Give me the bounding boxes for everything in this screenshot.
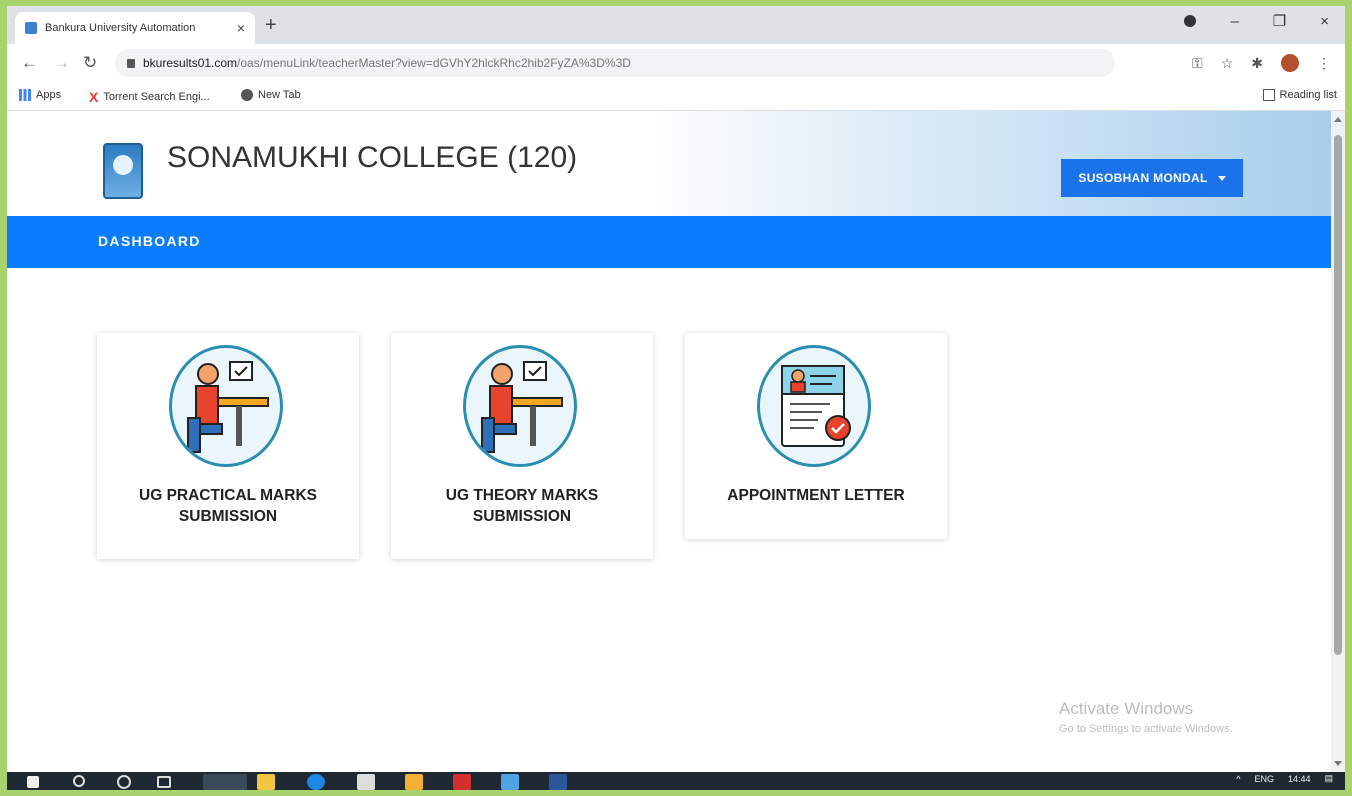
extensions-puzzle-icon[interactable]: ✱ bbox=[1251, 55, 1263, 72]
star-icon[interactable]: ☆ bbox=[1221, 55, 1234, 72]
printer-icon[interactable] bbox=[357, 774, 375, 790]
toolbar-actions: ⚿ ☆ ✱ ⋮ bbox=[1192, 54, 1331, 72]
browser-window: Bankura University Automation × + – ❐ × … bbox=[7, 6, 1345, 790]
card-label: UG THEORY MARKS SUBMISSION bbox=[391, 485, 653, 527]
apps-grid-icon bbox=[19, 89, 31, 101]
reading-list-icon bbox=[1262, 89, 1275, 101]
card-label: UG PRACTICAL MARKS SUBMISSION bbox=[97, 485, 359, 527]
card-label-line: UG PRACTICAL MARKS bbox=[139, 487, 317, 504]
tab-title: Bankura University Automation bbox=[45, 22, 196, 34]
bookmarks-bar: Apps X Torrent Search Engi... New Tab Re… bbox=[7, 82, 1345, 111]
tab-strip: Bankura University Automation × + – ❐ × bbox=[7, 6, 1345, 44]
card-appointment-letter[interactable]: APPOINTMENT LETTER bbox=[685, 333, 947, 539]
bookmark-label: New Tab bbox=[258, 89, 301, 101]
card-label-line: APPOINTMENT LETTER bbox=[727, 487, 905, 504]
search-icon[interactable] bbox=[73, 775, 85, 787]
photos-icon[interactable] bbox=[501, 774, 519, 790]
page-scrollbar[interactable] bbox=[1331, 111, 1345, 772]
globe-icon bbox=[241, 89, 253, 101]
reading-list-label: Reading list bbox=[1279, 89, 1337, 101]
pdf-reader-icon[interactable] bbox=[453, 774, 471, 790]
address-bar[interactable]: bkuresults01.com/oas/menuLink/teacherMas… bbox=[115, 49, 1115, 77]
watermark-title: Activate Windows bbox=[1059, 699, 1194, 718]
window-controls: – ❐ × bbox=[1184, 12, 1329, 30]
reading-list-button[interactable]: Reading list bbox=[1262, 89, 1337, 101]
teacher-at-desk-icon bbox=[169, 345, 283, 467]
bookmark-label: Apps bbox=[36, 89, 62, 101]
chevron-up-icon[interactable]: ^ bbox=[1236, 774, 1240, 784]
cortana-icon[interactable] bbox=[117, 775, 131, 789]
minimize-button[interactable]: – bbox=[1230, 13, 1238, 30]
lock-icon bbox=[127, 58, 135, 68]
profile-circle-icon[interactable] bbox=[1184, 15, 1197, 27]
close-window-button[interactable]: × bbox=[1320, 13, 1329, 30]
nav-dashboard[interactable]: DASHBOARD bbox=[98, 233, 201, 249]
forward-arrow-icon[interactable]: → bbox=[53, 53, 70, 73]
teacher-at-desk-icon bbox=[463, 345, 577, 467]
profile-avatar[interactable] bbox=[1281, 54, 1299, 72]
key-icon[interactable]: ⚿ bbox=[1192, 55, 1203, 72]
scroll-down-icon[interactable] bbox=[1334, 761, 1342, 766]
notification-icon[interactable]: ▤ bbox=[1324, 773, 1333, 784]
user-name: SUSOBHAN MONDAL bbox=[1078, 171, 1208, 185]
reload-icon[interactable]: ↻ bbox=[83, 53, 97, 73]
page-viewport: SONAMUKHI COLLEGE (120) SUSOBHAN MONDAL … bbox=[7, 111, 1331, 772]
system-tray: ^ ENG 14:44 ▤ bbox=[1236, 773, 1333, 784]
windows-taskbar: ^ ENG 14:44 ▤ bbox=[7, 772, 1345, 790]
college-title: SONAMUKHI COLLEGE (120) bbox=[167, 141, 578, 174]
bookmark-torrent[interactable]: X Torrent Search Engi... bbox=[89, 89, 210, 105]
lang-indicator[interactable]: ENG bbox=[1254, 774, 1274, 784]
bookmark-newtab[interactable]: New Tab bbox=[241, 89, 301, 101]
card-ug-practical-marks[interactable]: UG PRACTICAL MARKS SUBMISSION bbox=[97, 333, 359, 559]
user-menu-button[interactable]: SUSOBHAN MONDAL bbox=[1061, 159, 1243, 197]
card-ug-theory-marks[interactable]: UG THEORY MARKS SUBMISSION bbox=[391, 333, 653, 559]
id-document-icon bbox=[757, 345, 871, 467]
url-path: /oas/menuLink/teacherMaster?view=dGVhY2h… bbox=[237, 56, 631, 70]
windows-activation-watermark: Activate Windows Go to Settings to activ… bbox=[1059, 699, 1233, 735]
page-header: SONAMUKHI COLLEGE (120) SUSOBHAN MONDAL bbox=[7, 111, 1331, 216]
clock[interactable]: 14:44 bbox=[1288, 774, 1311, 784]
card-label-line: UG THEORY MARKS bbox=[445, 487, 599, 504]
new-tab-button[interactable]: + bbox=[265, 14, 277, 37]
menu-dots-icon[interactable]: ⋮ bbox=[1317, 55, 1331, 72]
paint-icon[interactable] bbox=[405, 774, 423, 790]
main-navbar: DASHBOARD bbox=[7, 216, 1331, 268]
watermark-subtitle: Go to Settings to activate Windows. bbox=[1059, 723, 1233, 735]
card-label-line: SUBMISSION bbox=[178, 508, 278, 525]
restore-button[interactable]: ❐ bbox=[1273, 12, 1286, 30]
bookmark-apps[interactable]: Apps bbox=[19, 89, 61, 101]
college-logo bbox=[103, 143, 143, 199]
browser-toolbar: ← → ↻ bkuresults01.com/oas/menuLink/teac… bbox=[7, 44, 1345, 82]
tab-close-icon[interactable]: × bbox=[237, 20, 245, 36]
back-arrow-icon[interactable]: ← bbox=[21, 53, 38, 73]
chrome-taskbar-icon[interactable] bbox=[203, 774, 247, 790]
windows-start-icon[interactable] bbox=[27, 776, 39, 788]
card-label: APPOINTMENT LETTER bbox=[685, 485, 947, 506]
edge-icon[interactable] bbox=[307, 774, 325, 790]
file-explorer-icon[interactable] bbox=[257, 774, 275, 790]
scrollbar-thumb[interactable] bbox=[1334, 135, 1342, 655]
favicon-icon bbox=[25, 22, 37, 34]
browser-tab[interactable]: Bankura University Automation × bbox=[15, 12, 255, 44]
chevron-down-icon bbox=[1217, 175, 1226, 181]
url-host: bkuresults01.com bbox=[143, 56, 238, 70]
scroll-up-icon[interactable] bbox=[1334, 117, 1342, 122]
task-view-icon[interactable] bbox=[157, 776, 171, 788]
bookmark-label: Torrent Search Engi... bbox=[103, 91, 210, 103]
torrent-x-icon: X bbox=[89, 89, 99, 105]
card-label-line: SUBMISSION bbox=[472, 508, 572, 525]
word-icon[interactable] bbox=[549, 774, 567, 790]
